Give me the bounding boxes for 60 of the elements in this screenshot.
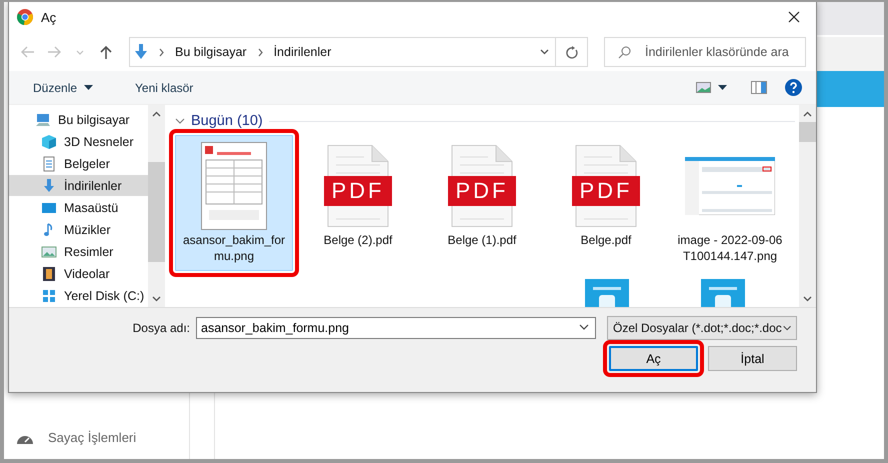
video-icon xyxy=(41,266,57,282)
caret-icon xyxy=(84,85,94,90)
folder-item[interactable]: Bu bilgisayar xyxy=(9,109,148,130)
help-icon[interactable] xyxy=(785,79,802,96)
cancel-button[interactable]: İptal xyxy=(708,346,797,371)
new-folder-button[interactable]: Yeni klasör xyxy=(129,76,200,98)
docs-icon xyxy=(41,156,57,172)
file-name-field[interactable]: asansor_bakim_formu.png xyxy=(196,317,596,339)
folder-item[interactable]: Müzikler xyxy=(9,219,148,240)
collapse-icon[interactable] xyxy=(175,118,185,124)
group-header[interactable]: Bugün (10) xyxy=(191,113,263,129)
breadcrumb[interactable]: İndirilenler xyxy=(274,45,332,59)
download-icon xyxy=(41,178,57,194)
folder-item[interactable]: Videolar xyxy=(9,263,148,284)
file-name-label: Dosya adı: xyxy=(132,321,190,335)
organize-menu[interactable]: Düzenle xyxy=(27,76,100,98)
breadcrumb[interactable]: Bu bilgisayar xyxy=(175,45,247,59)
scroll-up-icon[interactable] xyxy=(152,110,161,116)
search-field[interactable]: İndirilenler klasöründe ara xyxy=(604,37,806,67)
scrollbar[interactable] xyxy=(148,105,165,307)
window-title: Aç xyxy=(41,10,56,24)
scrollbar-thumb[interactable] xyxy=(799,122,816,142)
scrollbar-thumb[interactable] xyxy=(148,162,165,262)
folder-item[interactable]: Masaüstü xyxy=(9,197,148,218)
close-icon xyxy=(788,11,800,23)
scroll-up-icon[interactable] xyxy=(803,110,812,116)
pictures-icon xyxy=(41,244,57,260)
up-arrow-icon xyxy=(98,44,114,60)
file-item[interactable]: PDF Belge.pdf xyxy=(547,135,665,271)
disk-icon xyxy=(41,288,57,304)
chevron-down-icon xyxy=(782,324,792,332)
pc-icon xyxy=(35,112,51,128)
back-arrow-icon xyxy=(20,44,36,60)
scroll-down-icon[interactable] xyxy=(803,296,812,302)
folder-item[interactable]: İndirilenler xyxy=(9,175,148,196)
landscape-icon xyxy=(696,82,711,93)
caret-icon xyxy=(718,85,727,90)
scrollbar[interactable] xyxy=(799,105,816,307)
cube-icon xyxy=(41,134,57,150)
folder-item[interactable]: Yerel Disk (C:) xyxy=(9,285,148,306)
folder-item[interactable]: Resimler xyxy=(9,241,148,262)
file-type-dropdown[interactable]: Özel Dosyalar (*.dot;*.doc;*.doc xyxy=(607,316,797,340)
scroll-down-icon[interactable] xyxy=(152,296,161,302)
chevron-icon xyxy=(158,48,165,56)
folder-item[interactable]: 3D Nesneler xyxy=(9,131,148,152)
chevron-icon xyxy=(256,48,264,56)
search-icon xyxy=(618,46,631,59)
browser-logo-icon xyxy=(17,9,33,25)
file-item[interactable]: image - 2022-09-06T100144.147.png xyxy=(671,135,789,271)
sidebar-item[interactable]: Sayaç İşlemleri xyxy=(48,430,136,445)
chevron-down-icon xyxy=(76,50,84,54)
refresh-icon xyxy=(566,46,578,58)
forward-arrow-icon xyxy=(46,44,62,60)
file-item[interactable]: PDF Belge (1).pdf xyxy=(423,135,541,271)
download-icon xyxy=(134,44,148,60)
folder-item[interactable]: Belgeler xyxy=(9,153,148,174)
preview-pane-icon[interactable] xyxy=(751,81,767,94)
address-bar[interactable]: Bu bilgisayar İndirilenler xyxy=(129,37,588,67)
file-item[interactable]: PDF Belge (2).pdf xyxy=(299,135,417,271)
chevron-down-icon xyxy=(540,49,548,55)
